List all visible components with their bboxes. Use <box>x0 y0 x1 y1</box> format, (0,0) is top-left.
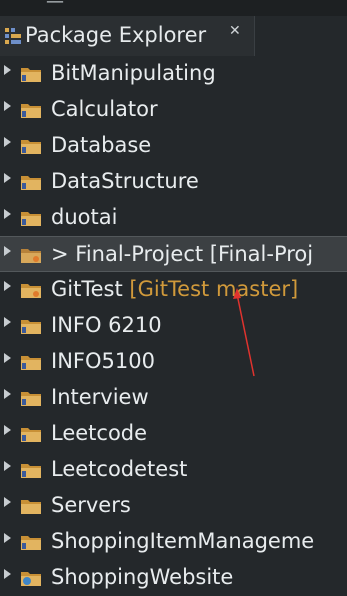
expand-arrow-icon[interactable] <box>4 137 11 147</box>
expand-arrow-icon[interactable] <box>4 533 11 543</box>
project-name: Servers <box>51 493 131 517</box>
project-row[interactable]: Database <box>0 128 347 164</box>
expand-arrow-icon[interactable] <box>4 101 11 111</box>
expand-arrow-icon[interactable] <box>4 389 11 399</box>
git-project-folder-icon <box>21 249 41 263</box>
project-row-selected[interactable]: > Final-Project [Final-Proj <box>0 236 347 272</box>
expand-arrow-icon[interactable] <box>4 173 11 183</box>
expand-arrow-icon[interactable] <box>4 246 11 256</box>
expand-arrow-icon[interactable] <box>4 461 11 471</box>
git-branch-label: [GitTest master] <box>129 277 299 301</box>
project-name: DataStructure <box>51 169 199 193</box>
project-row[interactable]: Leetcodetest <box>0 452 347 488</box>
project-name: Leetcode <box>51 421 148 445</box>
project-name: duotai <box>51 205 118 229</box>
java-project-folder-icon <box>21 104 41 118</box>
java-project-folder-icon <box>21 392 41 406</box>
project-row[interactable]: DataStructure <box>0 164 347 200</box>
project-name: Calculator <box>51 97 158 121</box>
expand-arrow-icon[interactable] <box>4 65 11 75</box>
web-project-folder-icon <box>21 572 41 586</box>
expand-arrow-icon[interactable] <box>4 209 11 219</box>
java-project-folder-icon <box>21 320 41 334</box>
project-name: Leetcodetest <box>51 457 188 481</box>
top-window-strip: — ˇ <box>0 0 347 16</box>
expand-arrow-icon[interactable] <box>4 317 11 327</box>
java-project-folder-icon <box>21 356 41 370</box>
project-name-text: GitTest <box>51 277 123 301</box>
project-name: GitTest [GitTest master] <box>51 277 298 301</box>
java-project-folder-icon <box>21 176 41 190</box>
project-name: Database <box>51 133 152 157</box>
expand-arrow-icon[interactable] <box>4 425 11 435</box>
package-explorer-icon <box>5 28 21 44</box>
expand-arrow-icon[interactable] <box>4 353 11 363</box>
project-name: > Final-Project [Final-Proj <box>51 242 314 266</box>
project-name: BitManipulating <box>51 61 216 85</box>
project-row[interactable]: Interview <box>0 380 347 416</box>
project-row[interactable]: ShoppingItemManageme <box>0 524 347 560</box>
top-strip-text: — ˇ <box>46 0 82 12</box>
project-name: INFO5100 <box>51 349 155 373</box>
package-explorer-title: Package Explorer <box>25 23 207 47</box>
project-row[interactable]: GitTest [GitTest master] <box>0 272 347 308</box>
project-row[interactable]: INFO 6210 <box>0 308 347 344</box>
project-row[interactable]: Calculator <box>0 92 347 128</box>
project-row[interactable]: Leetcode <box>0 416 347 452</box>
expand-arrow-icon[interactable] <box>4 569 11 579</box>
java-project-folder-icon <box>21 68 41 82</box>
expand-arrow-icon[interactable] <box>4 497 11 507</box>
project-name: ShoppingWebsite <box>51 565 234 589</box>
project-row[interactable]: duotai <box>0 200 347 236</box>
java-project-folder-icon <box>21 428 41 442</box>
project-name: Interview <box>51 385 149 409</box>
java-project-folder-icon <box>21 140 41 154</box>
folder-icon <box>21 500 41 514</box>
package-explorer-tab[interactable]: Package Explorer ✕ <box>0 16 255 56</box>
close-icon[interactable]: ✕ <box>229 23 241 39</box>
project-name: INFO 6210 <box>51 313 162 337</box>
project-row[interactable]: Servers <box>0 488 347 524</box>
java-project-folder-icon <box>21 464 41 478</box>
java-project-folder-icon <box>21 536 41 550</box>
java-project-folder-icon <box>21 212 41 226</box>
git-project-folder-icon <box>21 284 41 298</box>
project-name: ShoppingItemManageme <box>51 529 315 553</box>
project-row[interactable]: INFO5100 <box>0 344 347 380</box>
project-row[interactable]: BitManipulating <box>0 56 347 92</box>
expand-arrow-icon[interactable] <box>4 281 11 291</box>
